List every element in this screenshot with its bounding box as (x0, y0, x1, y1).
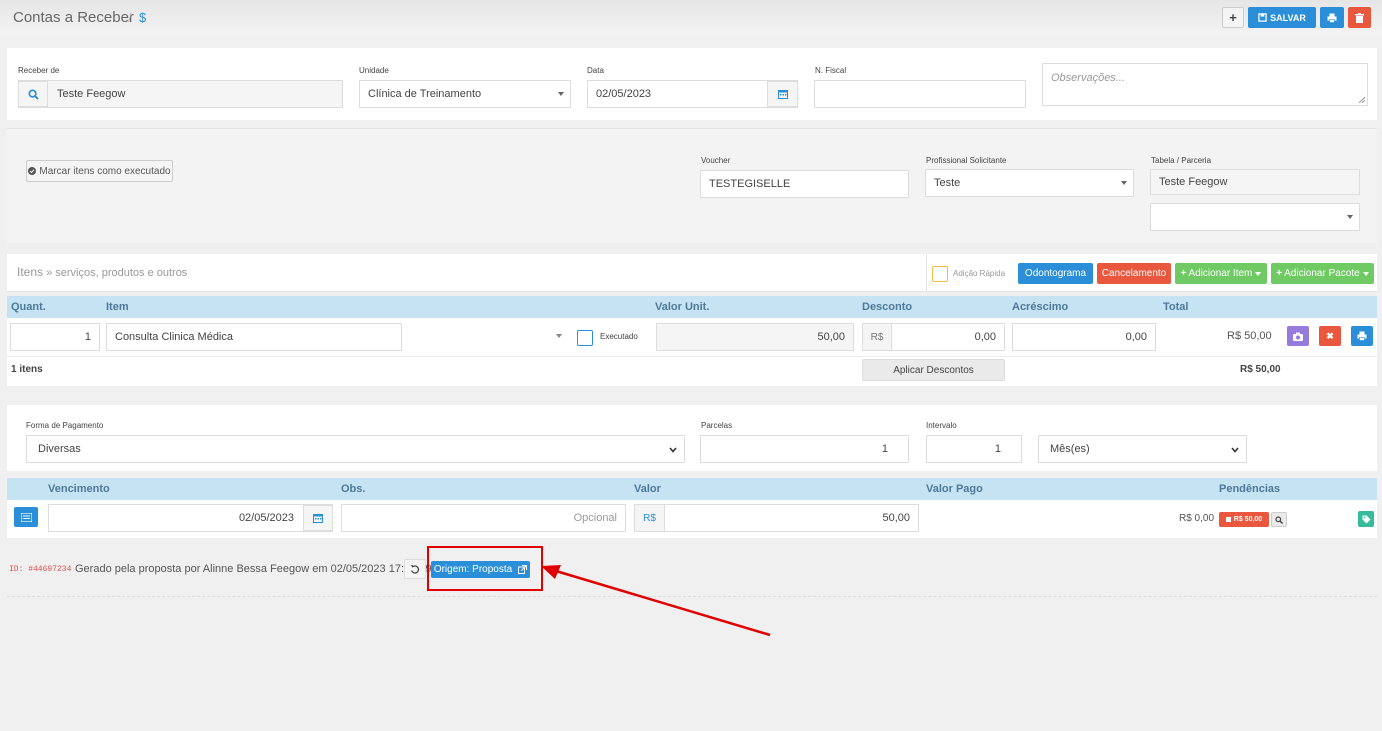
annotation-arrow (541, 565, 771, 637)
